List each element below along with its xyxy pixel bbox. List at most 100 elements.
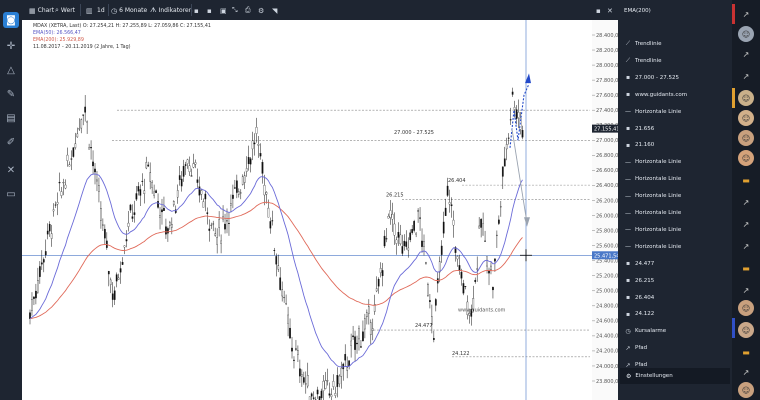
candle-body <box>92 161 94 167</box>
object-list-item[interactable]: — Horizontale Linie <box>624 240 728 254</box>
object-list-item[interactable]: ▪ 27.000 - 27.525 <box>624 71 728 85</box>
y-tick-label: 26.400,00 <box>596 183 618 189</box>
brush-icon[interactable]: ✎ <box>3 86 19 102</box>
object-list-item[interactable]: — Horizontale Linie <box>624 155 728 169</box>
avatar[interactable]: ☺ <box>738 26 754 42</box>
object-list-item[interactable]: — Horizontale Linie <box>624 206 728 220</box>
object-list-item[interactable]: — Horizontale Linie <box>624 172 728 186</box>
object-list-item[interactable]: ▪ 24.477 <box>624 257 728 271</box>
wert-button[interactable]: ⌕ Wert <box>55 4 75 17</box>
candle-body <box>289 327 291 339</box>
object-list-item[interactable]: ⟋ Trendlinie <box>624 37 728 51</box>
y-tick-label: 25.600,00 <box>596 243 618 249</box>
monitor-icon[interactable]: ▭ <box>3 186 19 202</box>
candle-body <box>476 268 479 270</box>
candle-body <box>180 178 183 187</box>
object-list-item[interactable]: ↗ Pfad <box>624 341 728 355</box>
avatar[interactable]: ☺ <box>738 90 754 106</box>
y-tick-label: 25.200,00 <box>596 273 618 279</box>
candle-body <box>54 204 57 206</box>
chart-icon[interactable]: ↗ <box>738 68 754 84</box>
chart-icon[interactable]: ↗ <box>738 282 754 298</box>
object-list-item[interactable]: ▪ 26.404 <box>624 291 728 305</box>
avatar[interactable]: ☺ <box>738 300 754 316</box>
y-tick-label: 26.200,00 <box>596 198 618 204</box>
bookmark2-button[interactable]: ▪ <box>207 4 214 17</box>
candle-body <box>366 312 368 318</box>
chart-type-icon: ▦ <box>29 6 36 15</box>
candle-body <box>302 377 305 383</box>
candle-body <box>318 396 321 400</box>
gold-icon[interactable]: ▬ <box>738 172 754 188</box>
candle-body <box>147 164 150 167</box>
print-button[interactable]: ⎙ <box>245 4 253 17</box>
candle-body <box>96 179 98 182</box>
chart-icon[interactable]: ↗ <box>738 364 754 380</box>
gold-icon[interactable]: ▬ <box>738 344 754 360</box>
settings-button[interactable]: ⚙ <box>258 4 266 17</box>
share-icon: ◥ <box>272 6 278 15</box>
object-list-item[interactable]: — Horizontale Linie <box>624 105 728 119</box>
object-list-item[interactable]: ▪ www.guidants.com <box>624 88 728 102</box>
object-list-item[interactable]: — Horizontale Linie <box>624 189 728 203</box>
candle-body <box>247 157 250 165</box>
trash-icon[interactable]: ▤ <box>3 110 19 126</box>
object-list-item[interactable]: ◷ Kursalarme <box>624 324 728 338</box>
crosshair-icon[interactable]: ✛ <box>3 38 19 54</box>
object-list-item[interactable]: — Horizontale Linie <box>624 223 728 237</box>
chart-icon[interactable]: ↗ <box>738 6 754 22</box>
candle-body <box>243 175 246 183</box>
object-list-item[interactable]: ▪ 26.215 <box>624 274 728 288</box>
candle-body <box>285 303 287 305</box>
avatar[interactable]: ☺ <box>738 150 754 166</box>
candle-body <box>371 328 374 331</box>
candle-body <box>153 191 155 196</box>
gold-icon[interactable]: ▬ <box>738 260 754 276</box>
zone-label: 27.000 - 27.525 <box>394 130 434 136</box>
candle-body <box>133 212 136 215</box>
candle-body <box>33 296 35 299</box>
price-chart[interactable]: 23.800,00 24.000,00 24.200,00 24.400,00 24.6… <box>22 20 618 400</box>
bookmark-button[interactable]: ▪ <box>194 4 201 17</box>
candle-body <box>490 265 492 271</box>
avatar[interactable]: ☺ <box>738 322 754 338</box>
triangle-icon[interactable]: △ <box>3 62 19 78</box>
candle-body <box>387 216 390 219</box>
chart-icon[interactable]: ↗ <box>738 238 754 254</box>
object-list-item[interactable]: ▪ 21.656 <box>624 122 728 136</box>
candle-body <box>143 190 146 195</box>
y-tick-label: 28.400,00 <box>596 33 618 39</box>
chart-button[interactable]: ▦ Chart <box>29 4 54 17</box>
interval-button[interactable]: 1d <box>97 4 105 17</box>
chart-icon[interactable]: ↗ <box>738 216 754 232</box>
candle-style-button[interactable]: ▥ <box>86 4 95 17</box>
shrink-button[interactable]: ⤡ <box>232 4 240 17</box>
close-button[interactable]: ✕ <box>607 4 615 17</box>
edit-icon[interactable]: ✐ <box>3 134 19 150</box>
avatar[interactable]: ☺ <box>738 382 754 398</box>
tools-icon[interactable]: ✕ <box>3 162 19 178</box>
avatar[interactable]: ☺ <box>738 110 754 126</box>
save-button[interactable]: ▣ <box>220 4 229 17</box>
share-button[interactable]: ◥ <box>272 4 279 17</box>
object-list-item[interactable]: ⟋ Trendlinie <box>624 54 728 68</box>
candle-body <box>438 261 441 273</box>
gear-icon: ⚙ <box>258 6 265 15</box>
object-list-item[interactable]: ▪ 21.160 <box>624 138 728 152</box>
object-list-item[interactable]: ▪ 24.122 <box>624 307 728 321</box>
candle-body <box>385 238 388 240</box>
indicators-button[interactable]: ᗑ Indikatoren <box>150 4 193 17</box>
search-icon: ⌕ <box>55 6 59 14</box>
chart-icon[interactable]: ↗ <box>738 46 754 62</box>
candle-body <box>393 223 396 236</box>
settings-button[interactable]: ⚙ Einstellungen <box>620 368 730 384</box>
avatar[interactable]: ☺ <box>738 130 754 146</box>
more-button[interactable]: ▪ <box>596 4 603 17</box>
candle-body <box>237 191 240 195</box>
panel-header: EMA(200) <box>624 4 728 18</box>
candle-body <box>379 268 382 273</box>
chart-icon[interactable]: ↗ <box>738 194 754 210</box>
candle-body <box>251 140 254 150</box>
range-button[interactable]: ◷ 6 Monate <box>111 4 147 17</box>
chart-icon[interactable]: ◙ <box>3 12 19 28</box>
